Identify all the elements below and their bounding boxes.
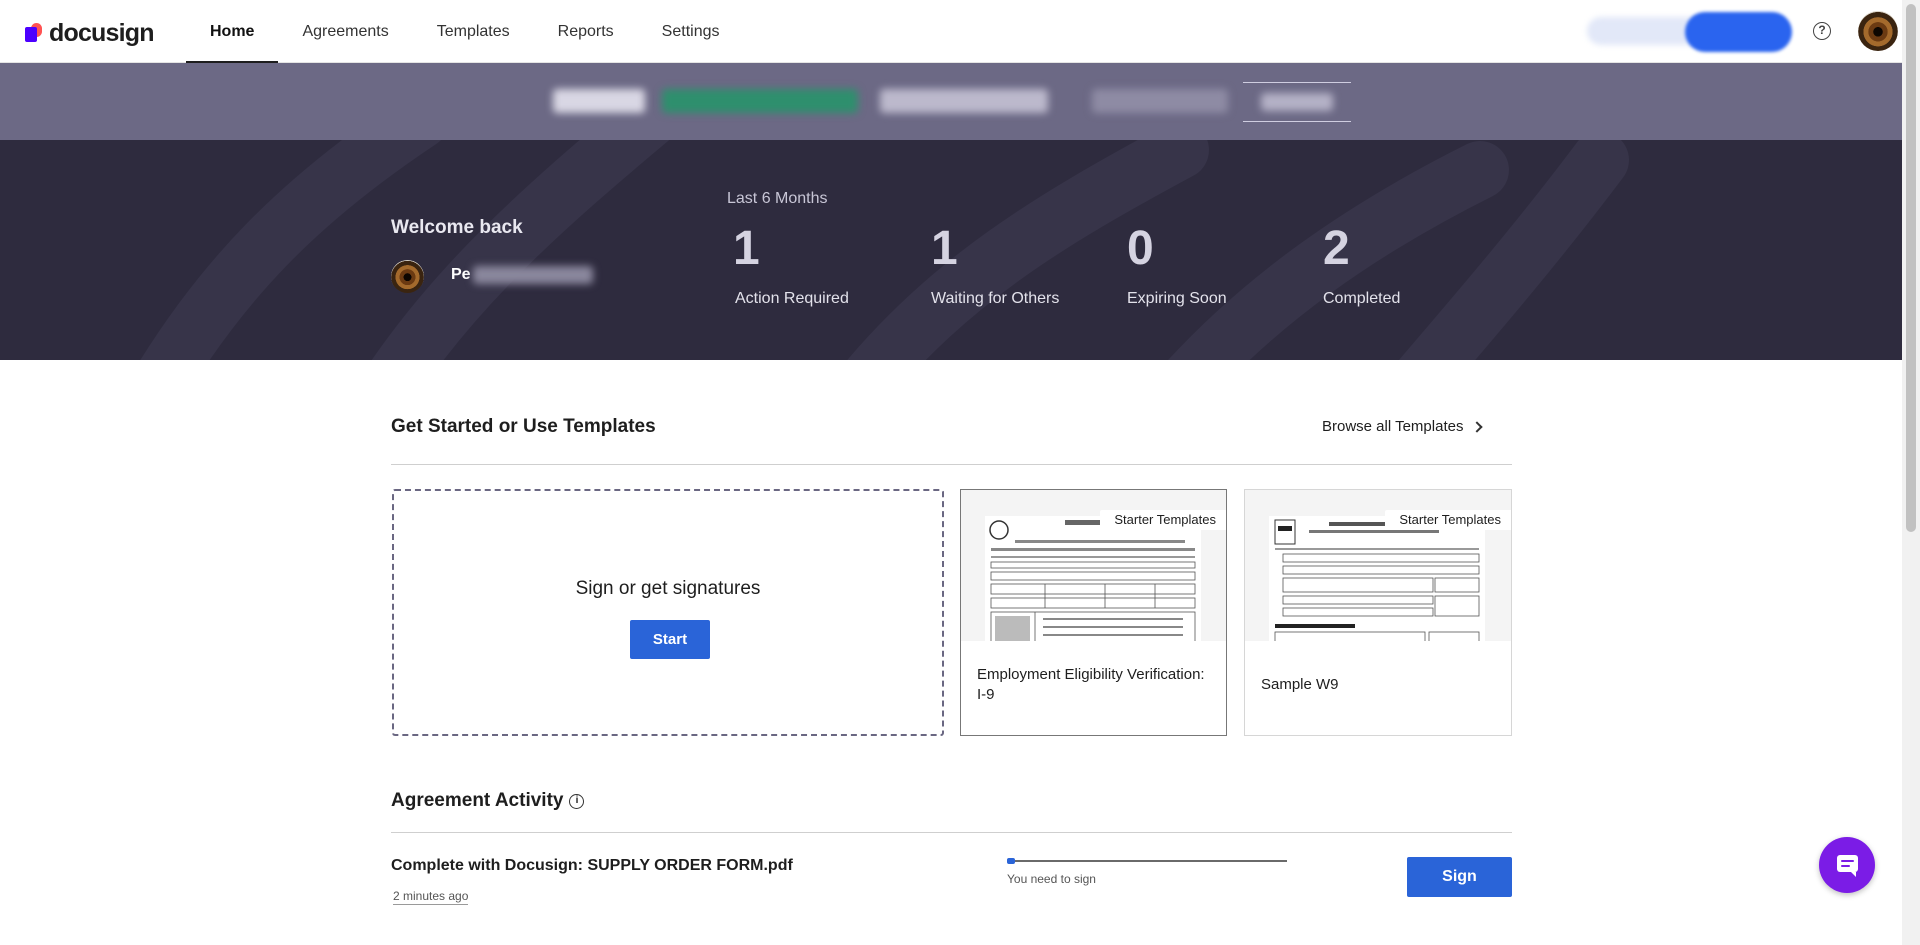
chevron-right-icon xyxy=(1471,420,1484,433)
logo-text: docusign xyxy=(49,19,155,47)
signing-progress-fill xyxy=(1007,858,1015,864)
blurred-banner-link[interactable] xyxy=(1092,89,1228,113)
agreement-activity-title: Agreement Activity xyxy=(391,790,564,811)
template-title: Sample W9 xyxy=(1261,676,1339,693)
blurred-banner-button[interactable] xyxy=(1243,82,1351,122)
tab-agreements[interactable]: Agreements xyxy=(278,0,412,63)
promo-banner xyxy=(0,63,1902,140)
welcome-heading: Welcome back xyxy=(391,217,523,238)
top-nav: docusign Home Agreements Templates Repor… xyxy=(0,0,1902,64)
stat-label: Waiting for Others xyxy=(931,290,1060,307)
stat-waiting-for-others[interactable]: 1 Waiting for Others xyxy=(931,225,1059,308)
start-button[interactable]: Start xyxy=(630,620,710,659)
stat-value: 2 xyxy=(1323,222,1350,275)
hero-avatar xyxy=(391,260,424,293)
page-scrollbar[interactable] xyxy=(1902,0,1920,945)
stat-completed[interactable]: 2 Completed xyxy=(1323,225,1400,308)
tab-templates[interactable]: Templates xyxy=(413,0,534,63)
template-card-i9[interactable]: Starter Templates Employment Eligibility… xyxy=(960,489,1227,736)
scrollbar-thumb[interactable] xyxy=(1906,4,1916,532)
info-icon[interactable]: i xyxy=(569,794,585,809)
blurred-banner-text xyxy=(880,89,1048,113)
sign-dropzone[interactable]: Sign or get signatures Start xyxy=(392,489,944,736)
stat-label: Completed xyxy=(1323,290,1401,307)
blurred-user-name xyxy=(472,266,593,284)
blurred-banner-text xyxy=(553,89,645,113)
logo-mark-icon xyxy=(25,22,45,45)
user-avatar[interactable] xyxy=(1858,11,1898,51)
chat-button[interactable] xyxy=(1819,837,1875,893)
template-preview: Starter Templates xyxy=(1245,490,1511,641)
chat-bubble-icon xyxy=(1837,855,1858,877)
blurred-banner-highlight xyxy=(662,89,858,113)
stat-label: Expiring Soon xyxy=(1127,290,1227,307)
user-name: Pe xyxy=(451,266,593,284)
stat-label: Action Required xyxy=(735,290,849,307)
stat-value: 1 xyxy=(733,222,760,275)
browse-templates-link[interactable]: Browse all Templates xyxy=(1322,418,1484,435)
docusign-logo[interactable]: docusign xyxy=(25,19,155,48)
stat-value: 0 xyxy=(1127,222,1154,275)
starter-templates-tag: Starter Templates xyxy=(1385,510,1511,530)
template-card-w9[interactable]: Starter Templates Sample W9 xyxy=(1244,489,1512,736)
signing-progress-bar xyxy=(1007,858,1287,864)
agreement-activity-heading: Agreement Activity i xyxy=(391,790,585,812)
help-icon[interactable]: ? xyxy=(1813,22,1831,40)
stat-action-required[interactable]: 1 Action Required xyxy=(733,225,849,308)
template-preview: Starter Templates xyxy=(961,490,1226,641)
blurred-upgrade-button[interactable] xyxy=(1685,12,1792,52)
dropzone-title: Sign or get signatures xyxy=(575,578,761,599)
section-divider xyxy=(391,832,1512,833)
stat-expiring-soon[interactable]: 0 Expiring Soon xyxy=(1127,225,1227,308)
w9-document-thumbnail xyxy=(1269,516,1485,641)
tab-home[interactable]: Home xyxy=(186,0,279,64)
template-title: Employment Eligibility Verification: I-9 xyxy=(977,666,1205,704)
i9-document-thumbnail xyxy=(985,516,1201,641)
nav-right-tools: ? xyxy=(1522,0,1902,63)
section-divider xyxy=(391,464,1512,465)
tab-settings[interactable]: Settings xyxy=(638,0,744,63)
browse-templates-label: Browse all Templates xyxy=(1322,418,1464,435)
main-tabs: Home Agreements Templates Reports Settin… xyxy=(186,0,744,64)
agreement-name[interactable]: Complete with Docusign: SUPPLY ORDER FOR… xyxy=(391,857,793,875)
stat-value: 1 xyxy=(931,222,958,275)
welcome-hero: Welcome back Pe Last 6 Months 1 Action R… xyxy=(0,140,1902,360)
user-name-text: Pe xyxy=(451,266,471,283)
get-started-heading: Get Started or Use Templates xyxy=(391,416,656,437)
tab-reports[interactable]: Reports xyxy=(534,0,638,63)
sign-button[interactable]: Sign xyxy=(1407,857,1512,897)
stats-period: Last 6 Months xyxy=(727,190,828,207)
starter-templates-tag: Starter Templates xyxy=(1100,510,1226,530)
signing-status: You need to sign xyxy=(1007,872,1096,886)
agreement-time: 2 minutes ago xyxy=(393,889,469,905)
